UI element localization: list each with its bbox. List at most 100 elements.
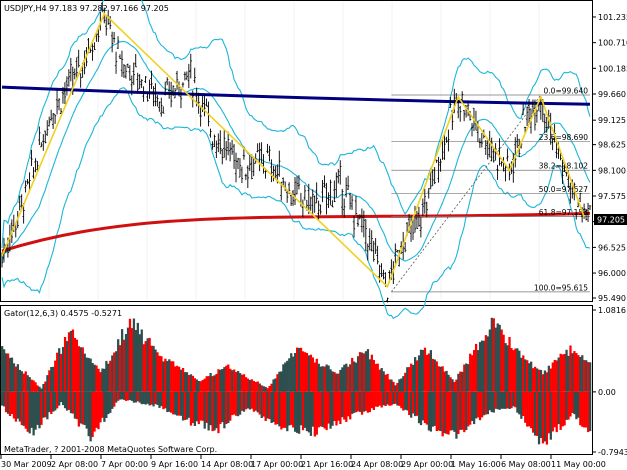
gator-upper-bar [583,360,586,392]
gator-upper-bar [520,357,523,392]
gator-lower-bar [309,391,313,436]
gator-upper-bar [60,353,63,392]
gator-lower-bar [467,391,470,427]
gator-lower-bar [498,391,501,410]
gator-lower-bar [380,391,383,408]
gator-lower-bar [421,391,425,421]
gator-upper-bar [390,379,393,392]
gator-upper-bar [191,375,195,392]
gator-lower-bar [54,391,57,411]
gator-lower-bar [366,391,370,413]
gator-upper-bar [506,345,509,392]
gator-upper-bar [563,354,566,392]
gator-lower-bar [276,391,279,425]
time-tick-label: 2 Apr 08:00 [51,460,98,469]
gator-upper-bar [510,348,513,392]
gator-upper-bar [248,379,252,392]
time-axis: 30 Mar 2009 2 Apr 08:00 7 Apr 00:00 9 Apr 1… [0,455,606,469]
gator-upper-bar [126,327,130,392]
gator-upper-bar [284,362,287,392]
gator-upper-bar [12,363,16,392]
gator-upper-bar [18,369,21,392]
gator-upper-bar [170,361,173,392]
gator-upper-bar [148,337,151,392]
gator-lower-bar [545,391,549,445]
gator-upper-bar [189,374,193,392]
gator-upper-bar [484,335,488,392]
gator-upper-bar [61,347,65,392]
time-tick-label: 1 May 16:00 [451,460,501,469]
gator-lower-bar [229,391,232,421]
gator-upper-bar [44,381,47,392]
gator-upper-bar [73,337,77,392]
gator-lower-bar [301,391,305,431]
gator-upper-bar [101,368,104,392]
gator-upper-bar [1,346,4,392]
gator-upper-bar [567,355,570,392]
gator-lower-bar [400,391,403,409]
gator-lower-bar [119,391,122,400]
gator-lower-bar [575,391,578,420]
gator-lower-bar [415,391,419,416]
gator-upper-bar [408,367,411,392]
gator-upper-bar [480,340,484,392]
gator-upper-bar [152,345,155,392]
trading-chart-window[interactable]: 0.0=99.640 23.6=98.690 38.2=98.102 50.0=97.… [0,0,627,470]
gator-upper-bar [347,366,350,392]
gator-upper-bar [561,354,564,392]
gator-lower-bar [87,391,90,437]
gator-upper-bar [358,352,362,392]
gator-lower-bar [296,391,299,433]
gator-upper-bar [272,379,275,392]
gator-lower-bar [569,391,572,417]
gator-upper-bar [396,383,399,392]
gator-lower-bar [297,391,301,434]
gator-lower-bar [36,391,39,425]
gator-lower-bar [79,391,82,424]
gator-lower-bar [4,391,8,413]
gator-lower-bar [288,391,291,426]
gator-upper-bar [183,372,187,392]
gator-lower-bar [303,391,307,428]
gator-lower-bar [488,391,491,411]
gator-upper-bar [40,388,43,392]
gator-lower-bar [323,391,326,429]
gator-lower-bar [256,391,259,413]
gator-lower-bar [48,391,51,413]
gator-lower-bar [589,391,592,432]
main-chart-frame[interactable] [0,0,593,302]
gator-lower-bar [431,391,434,427]
gator-lower-bar [476,391,480,418]
gator-lower-bar [500,391,503,409]
gator-lower-bar [581,391,584,427]
time-tick-label: 29 Apr 00:00 [401,460,453,469]
gator-upper-bar [433,359,436,392]
gator-lower-bar [28,391,31,434]
gator-lower-bar [537,391,541,445]
gator-lower-bar [77,391,80,427]
gator-upper-bar [168,359,171,392]
gator-upper-bar [223,367,226,392]
gator-lower-bar [126,391,130,401]
gator-upper-bar [20,371,23,392]
gator-lower-bar [563,391,566,426]
gator-upper-bar [410,363,413,392]
gator-upper-bar [160,356,163,392]
gator-lower-bar [170,391,173,413]
gator-upper-bar [282,364,285,392]
gator-lower-bar [356,391,360,412]
gator-upper-bar [368,359,372,392]
gator-lower-bar [248,391,252,410]
gator-upper-bar [579,356,582,392]
gator-upper-bar [307,355,311,392]
gator-lower-bar [235,391,238,416]
gator-lower-bar [382,391,385,406]
price-tick-label: 101.235 [598,13,627,22]
gator-lower-bar [547,391,550,434]
gator-lower-bar [34,391,37,430]
gator-upper-bar [111,355,114,392]
gator-lower-bar [181,391,185,421]
gator-lower-bar [518,391,521,415]
gator-lower-bar [120,391,124,400]
time-tick-label: 9 Apr 16:00 [151,460,198,469]
